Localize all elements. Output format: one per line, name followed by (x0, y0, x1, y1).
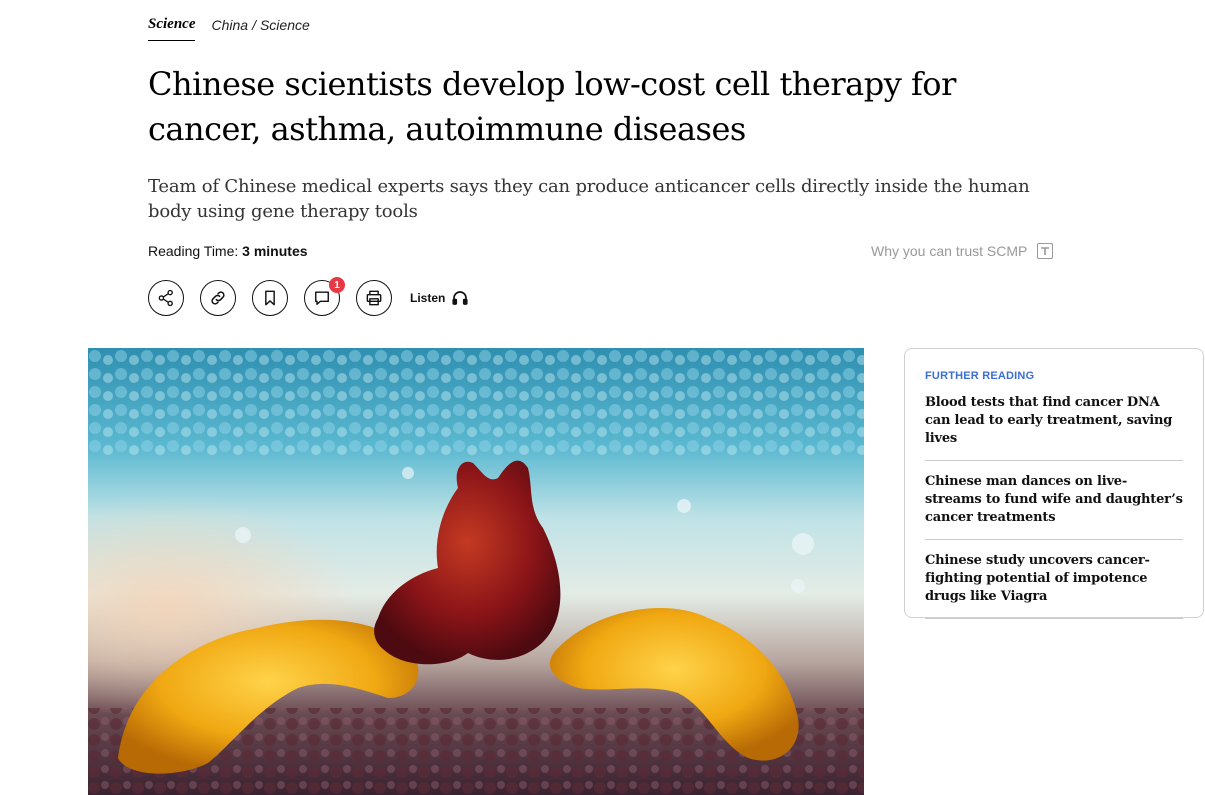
further-reading-label: FURTHER READING (925, 370, 1035, 382)
print-icon (364, 288, 384, 308)
breadcrumb-science-link[interactable]: Science (148, 16, 196, 41)
print-button[interactable] (356, 280, 392, 316)
trust-link[interactable]: Why you can trust SCMP (871, 243, 1054, 259)
breadcrumb-separator: / (252, 17, 256, 33)
share-button[interactable] (148, 280, 184, 316)
breadcrumb-secondary: China / Science (211, 17, 309, 33)
headphones-icon (451, 289, 469, 307)
bookmark-icon (260, 288, 280, 308)
further-reading-item[interactable]: Chinese man dances on live-streams to fu… (925, 473, 1183, 540)
listen-button[interactable]: Listen (410, 289, 469, 307)
comments-button[interactable]: 1 (304, 277, 345, 316)
breadcrumb-china-link[interactable]: China (211, 17, 248, 33)
article-action-toolbar: 1 Listen (148, 277, 469, 316)
hero-image (88, 348, 864, 795)
bookmark-button[interactable] (252, 280, 288, 316)
further-reading-item[interactable]: Blood tests that find cancer DNA can lea… (925, 394, 1183, 461)
listen-label: Listen (410, 291, 446, 305)
further-reading-panel: FURTHER READING Blood tests that find ca… (904, 348, 1204, 619)
copy-link-button[interactable] (200, 280, 236, 316)
reading-time-value: 3 minutes (242, 243, 308, 259)
article-headline: Chinese scientists develop low-cost cell… (148, 65, 956, 148)
further-reading-item[interactable]: Chinese study uncovers cancer-fighting p… (925, 552, 1183, 619)
article-subheadline: Team of Chinese medical experts says the… (148, 176, 1030, 222)
reading-time-label: Reading Time: (148, 243, 239, 259)
share-icon (156, 288, 176, 308)
reading-time: Reading Time: 3 minutes (148, 243, 308, 259)
breadcrumb-china-science-link[interactable]: Science (260, 17, 310, 33)
comment-count-badge: 1 (329, 277, 345, 293)
comment-icon (312, 288, 332, 308)
trust-link-label: Why you can trust SCMP (871, 243, 1028, 259)
scmp-badge-icon (1037, 243, 1054, 259)
breadcrumb: Science China / Science (148, 16, 310, 41)
link-icon (208, 288, 228, 308)
